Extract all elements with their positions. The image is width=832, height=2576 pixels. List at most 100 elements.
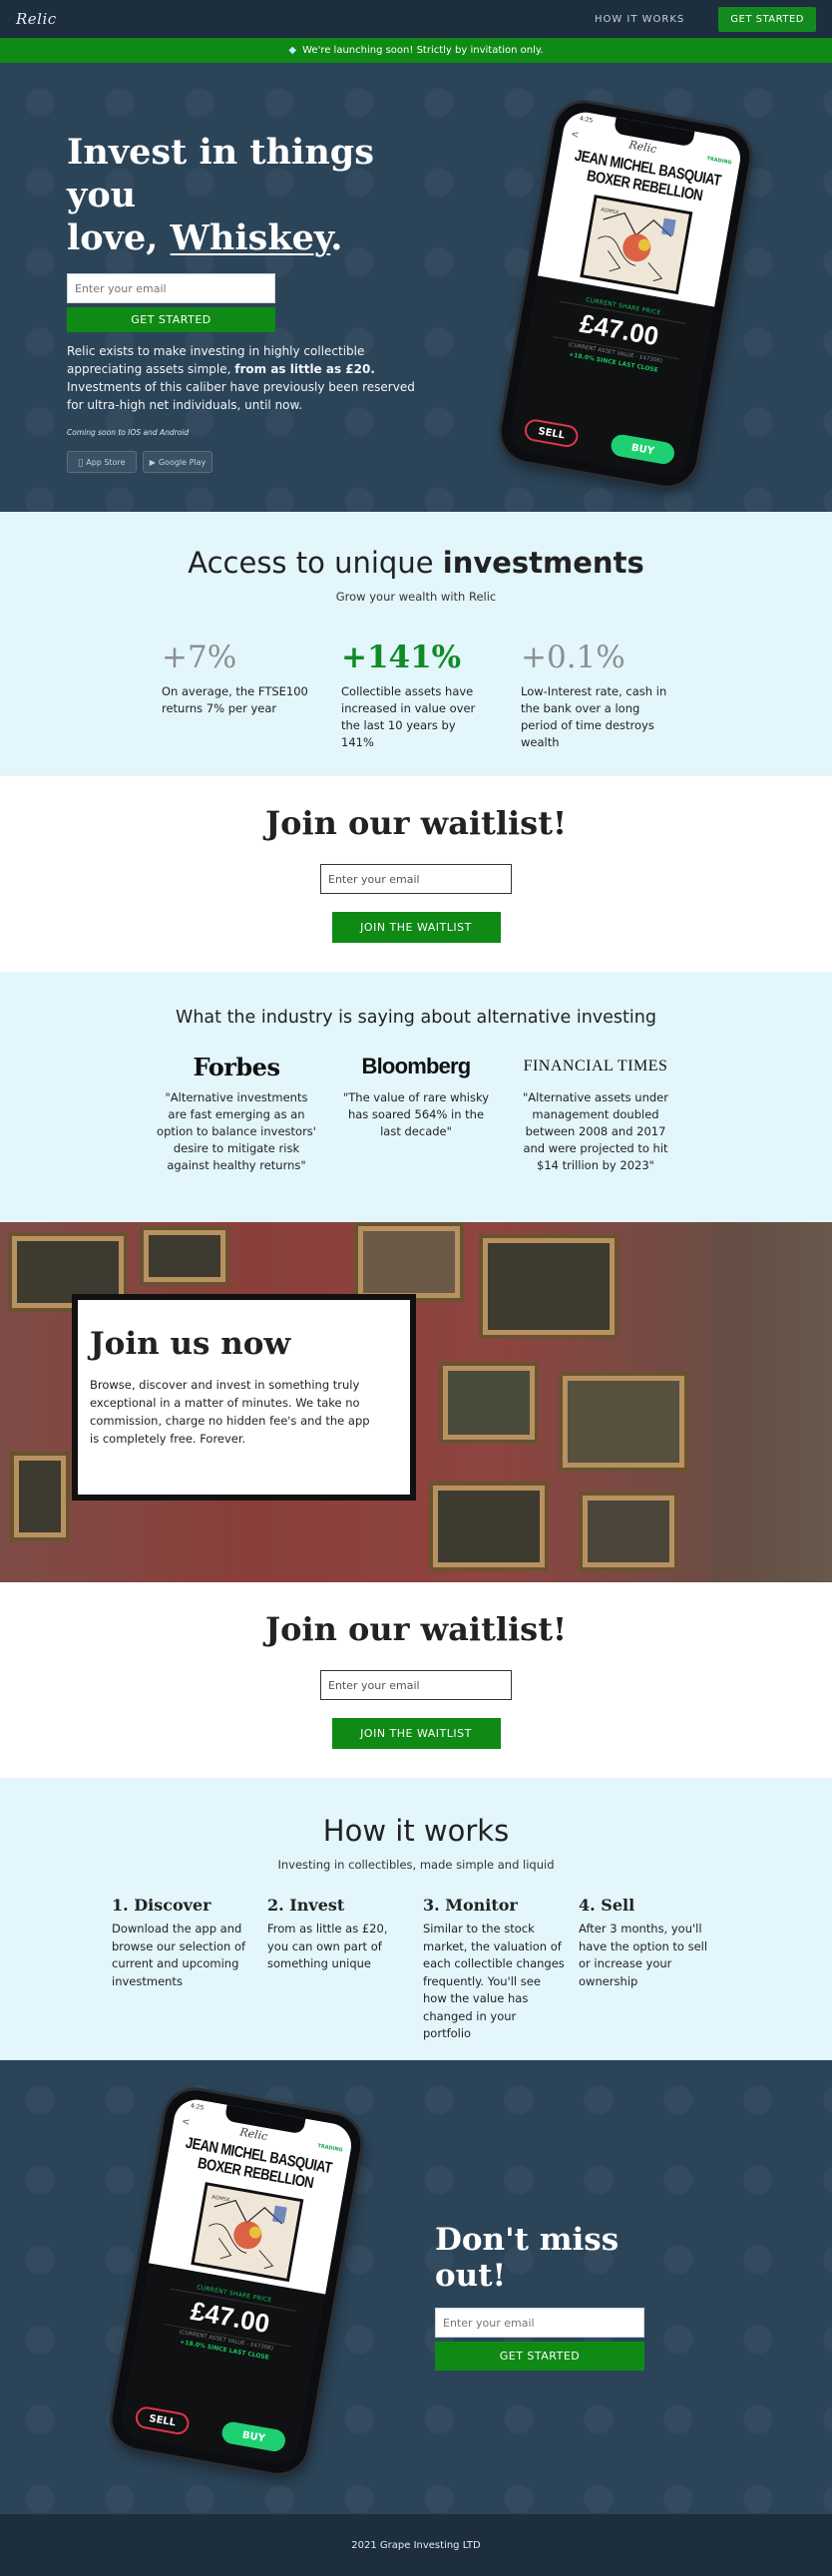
announcement-bar: ◆ We're launching soon! Strictly by invi…	[0, 38, 832, 63]
quote-ft: FINANCIAL TIMES "Alternative assets unde…	[516, 1052, 675, 1174]
stat-value: +0.1%	[521, 640, 625, 675]
stat-value: +141%	[341, 640, 462, 675]
cta-email-input[interactable]	[435, 2308, 644, 2338]
landing-page: Relic HOW IT WORKS GET STARTED ◆ We're l…	[0, 0, 832, 2576]
stat-description: On average, the FTSE100 returns 7% per y…	[162, 684, 308, 715]
play-icon: ▶	[149, 457, 156, 467]
step-monitor: 3. Monitor Similar to the stock market, …	[423, 1896, 565, 2043]
artwork-image: AOMSX	[580, 195, 693, 295]
trading-badge: TRADING	[316, 2142, 344, 2153]
step-description: Similar to the stock market, the valuati…	[423, 1922, 565, 2040]
sell-button[interactable]: SELL	[134, 2404, 192, 2436]
buy-button[interactable]: BUY	[609, 432, 676, 466]
gallery-painting	[354, 1222, 464, 1302]
trade-actions: SELL BUY	[134, 2404, 287, 2453]
nav-get-started-button[interactable]: GET STARTED	[718, 6, 816, 32]
steps-row: 1. Discover Download the app and browse …	[0, 1896, 832, 2043]
stat-value: +7%	[162, 640, 237, 675]
cta-content: Don't miss out! GET STARTED	[435, 2222, 684, 2370]
trading-badge: TRADING	[705, 155, 733, 166]
hero-title-suffix: .	[330, 217, 343, 258]
hero-email-input[interactable]	[67, 273, 275, 303]
gallery-wall-shadow	[712, 1222, 832, 1582]
industry-title: What the industry is saying about altern…	[176, 1008, 656, 1028]
phone-screen: 4:25 < Relic TRADING JEAN MICHEL BASQUIA…	[507, 108, 744, 481]
phone-price-panel: CURRENT SHARE PRICE £47.00 (CURRENT ASSE…	[507, 275, 715, 481]
join-now-section: Join us now Browse, discover and invest …	[0, 1222, 832, 1582]
relic-logo[interactable]: Relic	[16, 10, 57, 28]
gallery-painting	[559, 1372, 688, 1472]
coming-soon-text: Coming soon to IOS and Android	[67, 428, 190, 437]
how-it-works-section: How it works Investing in collectibles, …	[0, 1778, 832, 2060]
google-play-badge[interactable]: ▶ Google Play	[143, 451, 212, 473]
stat-collectibles: +141% Collectible assets have increased …	[341, 640, 491, 751]
waitlist-email-input[interactable]: Enter your email	[320, 864, 512, 894]
waitlist-section: Join our waitlist! Enter your email JOIN…	[0, 776, 832, 972]
phone-time: 4:25	[579, 115, 594, 125]
sell-button[interactable]: SELL	[523, 417, 581, 449]
store-badges:  App Store ▶ Google Play	[67, 451, 416, 473]
quote-forbes: Forbes "Alternative investments are fast…	[157, 1052, 316, 1174]
cta-get-started-button[interactable]: GET STARTED	[435, 2342, 644, 2370]
stats-row: +7% On average, the FTSE100 returns 7% p…	[0, 640, 832, 751]
step-description: After 3 months, you'll have the option t…	[579, 1922, 708, 1988]
quote-text: "Alternative assets under management dou…	[523, 1090, 668, 1172]
trade-actions: SELL BUY	[523, 417, 676, 466]
forbes-logo: Forbes	[193, 1052, 280, 1081]
back-arrow-icon: <	[181, 2116, 192, 2129]
join-waitlist-button[interactable]: JOIN THE WAITLIST	[331, 912, 501, 943]
phone-screen: 4:25 < Relic TRADING JEAN MICHEL BASQUIA…	[118, 2096, 355, 2467]
top-nav: Relic HOW IT WORKS GET STARTED	[0, 0, 832, 38]
how-it-works-title: How it works	[322, 1814, 510, 1848]
back-arrow-icon: <	[570, 129, 581, 142]
diamond-icon: ◆	[288, 45, 297, 56]
bloomberg-logo: Bloomberg	[361, 1054, 472, 1078]
artwork-image: AOMSX	[191, 2182, 304, 2283]
nav-right: HOW IT WORKS GET STARTED	[595, 6, 816, 32]
hero-section: Invest in things you love, Whiskey. GET …	[0, 63, 832, 512]
step-discover: 1. Discover Download the app and browse …	[112, 1896, 253, 2043]
gallery-painting	[140, 1226, 229, 1286]
gallery-painting	[439, 1362, 539, 1444]
phone-price-panel: CURRENT SHARE PRICE £47.00 (CURRENT ASSE…	[118, 2263, 326, 2467]
step-sell: 4. Sell After 3 months, you'll have the …	[579, 1896, 720, 2043]
stat-description: Low-Interest rate, cash in the bank over…	[521, 684, 667, 749]
join-now-title: Join us now	[90, 1326, 291, 1362]
gallery-painting	[10, 1452, 70, 1541]
hero-desc-post: Investments of this caliber have previou…	[67, 380, 415, 412]
hero-title-line1: Invest in things you	[67, 132, 374, 215]
footer-copyright: 2021 Grape Investing LTD	[351, 2539, 481, 2551]
quote-text: "Alternative investments are fast emergi…	[157, 1090, 316, 1172]
phone-app-logo: Relic	[627, 138, 658, 157]
apple-icon: 	[78, 458, 83, 467]
app-store-label: App Store	[83, 457, 125, 467]
gallery-painting	[429, 1482, 549, 1571]
waitlist-email-input[interactable]: Enter your email	[320, 1670, 512, 1700]
phone-screen-top: 4:25 < Relic TRADING JEAN MICHEL BASQUIA…	[537, 108, 744, 307]
how-it-works-subtitle: Investing in collectibles, made simple a…	[277, 1858, 555, 1872]
access-section: Access to unique investments Grow your w…	[0, 512, 832, 776]
cta-phone-mockup: 4:25 < Relic TRADING JEAN MICHEL BASQUIA…	[107, 2085, 366, 2478]
step-description: From as little as £20, you can own part …	[267, 1922, 388, 1970]
access-title-pre: Access to unique	[188, 546, 443, 580]
waitlist-title: Join our waitlist!	[264, 804, 568, 842]
industry-section: What the industry is saying about altern…	[0, 972, 832, 1222]
hero-get-started-button[interactable]: GET STARTED	[67, 307, 275, 332]
access-title: Access to unique investments	[0, 546, 832, 580]
cta-title: Don't miss out!	[435, 2222, 620, 2294]
quote-text: "The value of rare whisky has soared 564…	[342, 1090, 490, 1138]
gallery-painting	[479, 1234, 619, 1339]
nav-how-it-works-link[interactable]: HOW IT WORKS	[595, 14, 684, 25]
step-title: 3. Monitor	[423, 1896, 518, 1915]
join-waitlist-button[interactable]: JOIN THE WAITLIST	[331, 1718, 501, 1749]
phone-time: 4:25	[190, 2102, 205, 2112]
stat-cash: +0.1% Low-Interest rate, cash in the ban…	[521, 640, 670, 751]
waitlist-title: Join our waitlist!	[264, 1610, 568, 1648]
app-store-badge[interactable]:  App Store	[67, 451, 137, 473]
hero-desc-bold: from as little as £20.	[234, 362, 375, 376]
hero-title-line2: love,	[67, 217, 171, 258]
dont-miss-out-section: 4:25 < Relic TRADING JEAN MICHEL BASQUIA…	[0, 2060, 832, 2514]
step-invest: 2. Invest From as little as £20, you can…	[267, 1896, 409, 2043]
hero-title-highlight: Whiskey	[170, 217, 331, 258]
buy-button[interactable]: BUY	[219, 2419, 287, 2453]
